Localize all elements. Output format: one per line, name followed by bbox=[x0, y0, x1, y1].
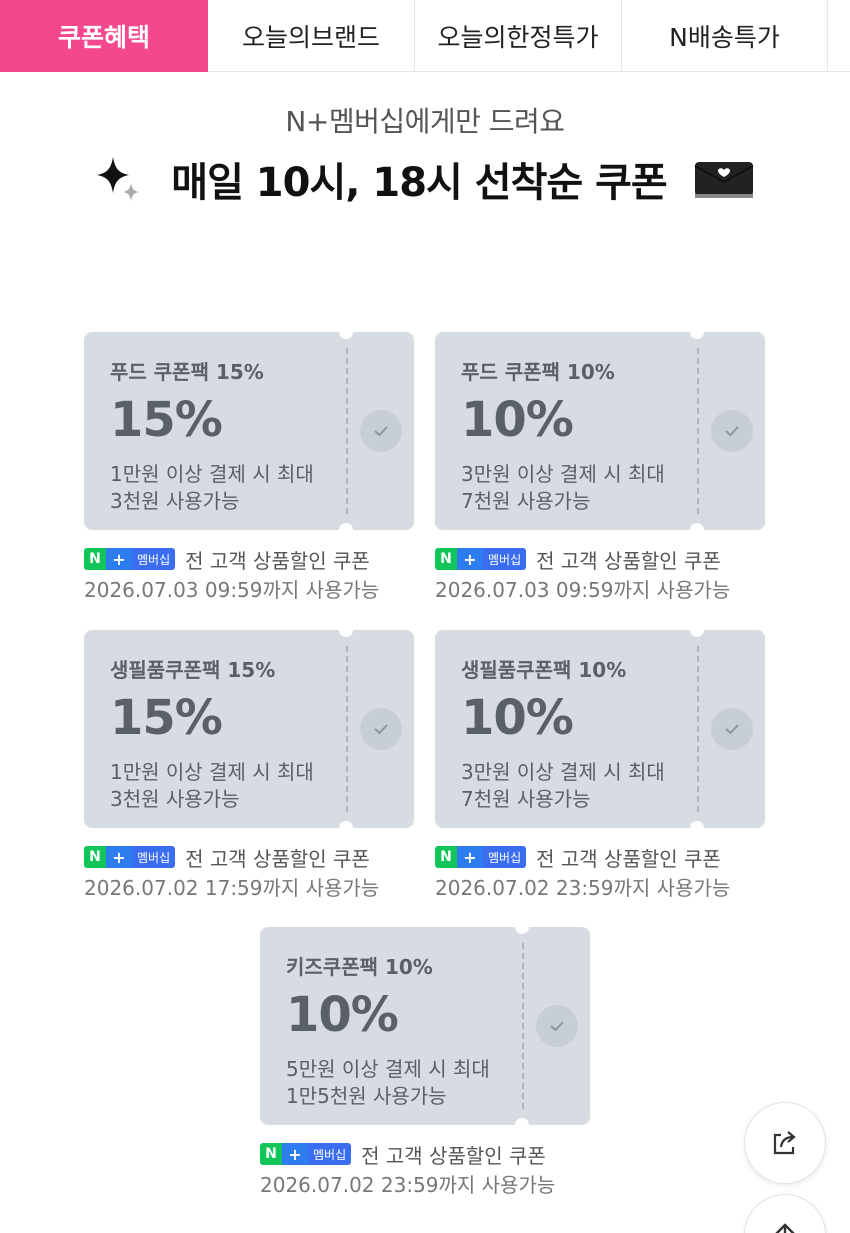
ticket-divider bbox=[346, 348, 348, 514]
coupon-ticket[interactable]: 생필품쿠폰팩 15% 15% 1만원 이상 결제 시 최대 3천원 사용가능 bbox=[84, 630, 414, 828]
coupon-max-discount: 7천원 사용가능 bbox=[461, 787, 591, 811]
membership-badge: N + 멤버십 bbox=[260, 1143, 352, 1165]
coupon-percent: 10% bbox=[286, 987, 399, 1043]
coupon-condition: 1만원 이상 결제 시 최대 bbox=[110, 760, 314, 784]
coupon-expiry: 2026.07.03 09:59까지 사용가능 bbox=[435, 578, 731, 602]
tab-bar: 쿠폰혜택 오늘의브랜드 오늘의한정특가 N배송특가 bbox=[0, 0, 850, 72]
coupon-card: 키즈쿠폰팩 10% 10% 5만원 이상 결제 시 최대 1만5천원 사용가능 … bbox=[260, 927, 590, 1198]
ticket-notch bbox=[690, 821, 704, 828]
tab-n-delivery-deal[interactable]: N배송특가 bbox=[622, 0, 828, 72]
coupon-meta: N + 멤버십 전 고객 상품할인 쿠폰 2026.07.03 09:59까지 … bbox=[84, 546, 414, 603]
coupon-meta: N + 멤버십 전 고객 상품할인 쿠폰 2026.07.02 23:59까지 … bbox=[435, 844, 765, 901]
ticket-notch bbox=[690, 523, 704, 530]
arrow-up-icon bbox=[775, 1223, 795, 1233]
ticket-notch bbox=[339, 630, 353, 637]
coupon-condition: 3만원 이상 결제 시 최대 bbox=[461, 462, 665, 486]
coupon-expiry: 2026.07.02 23:59까지 사용가능 bbox=[260, 1173, 556, 1197]
page-subtitle: N+멤버십에게만 드려요 bbox=[285, 105, 565, 138]
share-icon bbox=[773, 1131, 796, 1155]
ticket-divider bbox=[522, 943, 524, 1109]
ticket-notch bbox=[339, 523, 353, 530]
coupon-max-discount: 3천원 사용가능 bbox=[110, 489, 240, 513]
coupon-name: 푸드 쿠폰팩 15% bbox=[110, 360, 264, 384]
coupon-ticket[interactable]: 키즈쿠폰팩 10% 10% 5만원 이상 결제 시 최대 1만5천원 사용가능 bbox=[260, 927, 590, 1125]
coupon-target: 전 고객 상품할인 쿠폰 bbox=[536, 846, 721, 871]
coupon-condition: 1만원 이상 결제 시 최대 bbox=[110, 462, 314, 486]
coupon-meta: N + 멤버십 전 고객 상품할인 쿠폰 2026.07.02 23:59까지 … bbox=[260, 1141, 590, 1198]
coupon-card: 생필품쿠폰팩 10% 10% 3만원 이상 결제 시 최대 7천원 사용가능 N… bbox=[435, 630, 765, 901]
ticket-notch bbox=[339, 332, 353, 339]
coupon-percent: 10% bbox=[461, 392, 574, 448]
ticket-divider bbox=[697, 646, 699, 812]
tab-coupon-benefits[interactable]: 쿠폰혜택 bbox=[0, 0, 208, 72]
page-title: 매일 10시, 18시 선착순 쿠폰 bbox=[171, 160, 667, 206]
membership-badge: N + 멤버십 bbox=[435, 846, 527, 868]
coupon-ticket[interactable]: 푸드 쿠폰팩 10% 10% 3만원 이상 결제 시 최대 7천원 사용가능 bbox=[435, 332, 765, 530]
share-button[interactable] bbox=[744, 1102, 826, 1184]
membership-badge: N + 멤버십 bbox=[84, 846, 176, 868]
coupon-percent: 15% bbox=[110, 392, 223, 448]
coupon-max-discount: 7천원 사용가능 bbox=[461, 489, 591, 513]
page-headline: 매일 10시, 18시 선착순 쿠폰 bbox=[0, 150, 850, 208]
coupon-card: 푸드 쿠폰팩 15% 15% 1만원 이상 결제 시 최대 3천원 사용가능 N… bbox=[84, 332, 414, 603]
coupon-target: 전 고객 상품할인 쿠폰 bbox=[185, 548, 370, 573]
coupon-max-discount: 1만5천원 사용가능 bbox=[286, 1084, 447, 1108]
membership-badge: N + 멤버십 bbox=[84, 548, 176, 570]
coupon-ticket[interactable]: 푸드 쿠폰팩 15% 15% 1만원 이상 결제 시 최대 3천원 사용가능 bbox=[84, 332, 414, 530]
coupon-condition: 5만원 이상 결제 시 최대 bbox=[286, 1057, 490, 1081]
coupon-target: 전 고객 상품할인 쿠폰 bbox=[361, 1143, 546, 1168]
ticket-divider bbox=[697, 348, 699, 514]
coupon-name: 생필품쿠폰팩 10% bbox=[461, 658, 627, 682]
coupon-expiry: 2026.07.02 23:59까지 사용가능 bbox=[435, 876, 731, 900]
coupon-name: 키즈쿠폰팩 10% bbox=[286, 955, 433, 979]
coupon-name: 푸드 쿠폰팩 10% bbox=[461, 360, 615, 384]
coupon-card: 생필품쿠폰팩 15% 15% 1만원 이상 결제 시 최대 3천원 사용가능 N… bbox=[84, 630, 414, 901]
ticket-notch bbox=[690, 630, 704, 637]
ticket-notch bbox=[515, 1118, 529, 1125]
coupon-target: 전 고객 상품할인 쿠폰 bbox=[536, 548, 721, 573]
coupon-percent: 10% bbox=[461, 690, 574, 746]
coupon-meta: N + 멤버십 전 고객 상품할인 쿠폰 2026.07.02 17:59까지 … bbox=[84, 844, 414, 901]
scroll-top-button[interactable] bbox=[744, 1194, 826, 1233]
tab-today-brand[interactable]: 오늘의브랜드 bbox=[208, 0, 415, 72]
coupon-expiry: 2026.07.03 09:59까지 사용가능 bbox=[84, 578, 380, 602]
check-icon[interactable] bbox=[711, 410, 753, 452]
coupon-condition: 3만원 이상 결제 시 최대 bbox=[461, 760, 665, 784]
coupon-name: 생필품쿠폰팩 15% bbox=[110, 658, 276, 682]
check-icon[interactable] bbox=[360, 708, 402, 750]
coupon-ticket[interactable]: 생필품쿠폰팩 10% 10% 3만원 이상 결제 시 최대 7천원 사용가능 bbox=[435, 630, 765, 828]
check-icon[interactable] bbox=[536, 1005, 578, 1047]
coupon-meta: N + 멤버십 전 고객 상품할인 쿠폰 2026.07.03 09:59까지 … bbox=[435, 546, 765, 603]
ticket-divider bbox=[346, 646, 348, 812]
tab-today-limited-deal[interactable]: 오늘의한정특가 bbox=[415, 0, 622, 72]
coupon-target: 전 고객 상품할인 쿠폰 bbox=[185, 846, 370, 871]
check-icon[interactable] bbox=[360, 410, 402, 452]
envelope-icon bbox=[694, 162, 754, 198]
sparkle-icon bbox=[97, 157, 140, 201]
coupon-max-discount: 3천원 사용가능 bbox=[110, 787, 240, 811]
ticket-notch bbox=[339, 821, 353, 828]
coupon-percent: 15% bbox=[110, 690, 223, 746]
coupon-expiry: 2026.07.02 17:59까지 사용가능 bbox=[84, 876, 380, 900]
membership-badge: N + 멤버십 bbox=[435, 548, 527, 570]
ticket-notch bbox=[515, 927, 529, 934]
check-icon[interactable] bbox=[711, 708, 753, 750]
ticket-notch bbox=[690, 332, 704, 339]
coupon-card: 푸드 쿠폰팩 10% 10% 3만원 이상 결제 시 최대 7천원 사용가능 N… bbox=[435, 332, 765, 603]
